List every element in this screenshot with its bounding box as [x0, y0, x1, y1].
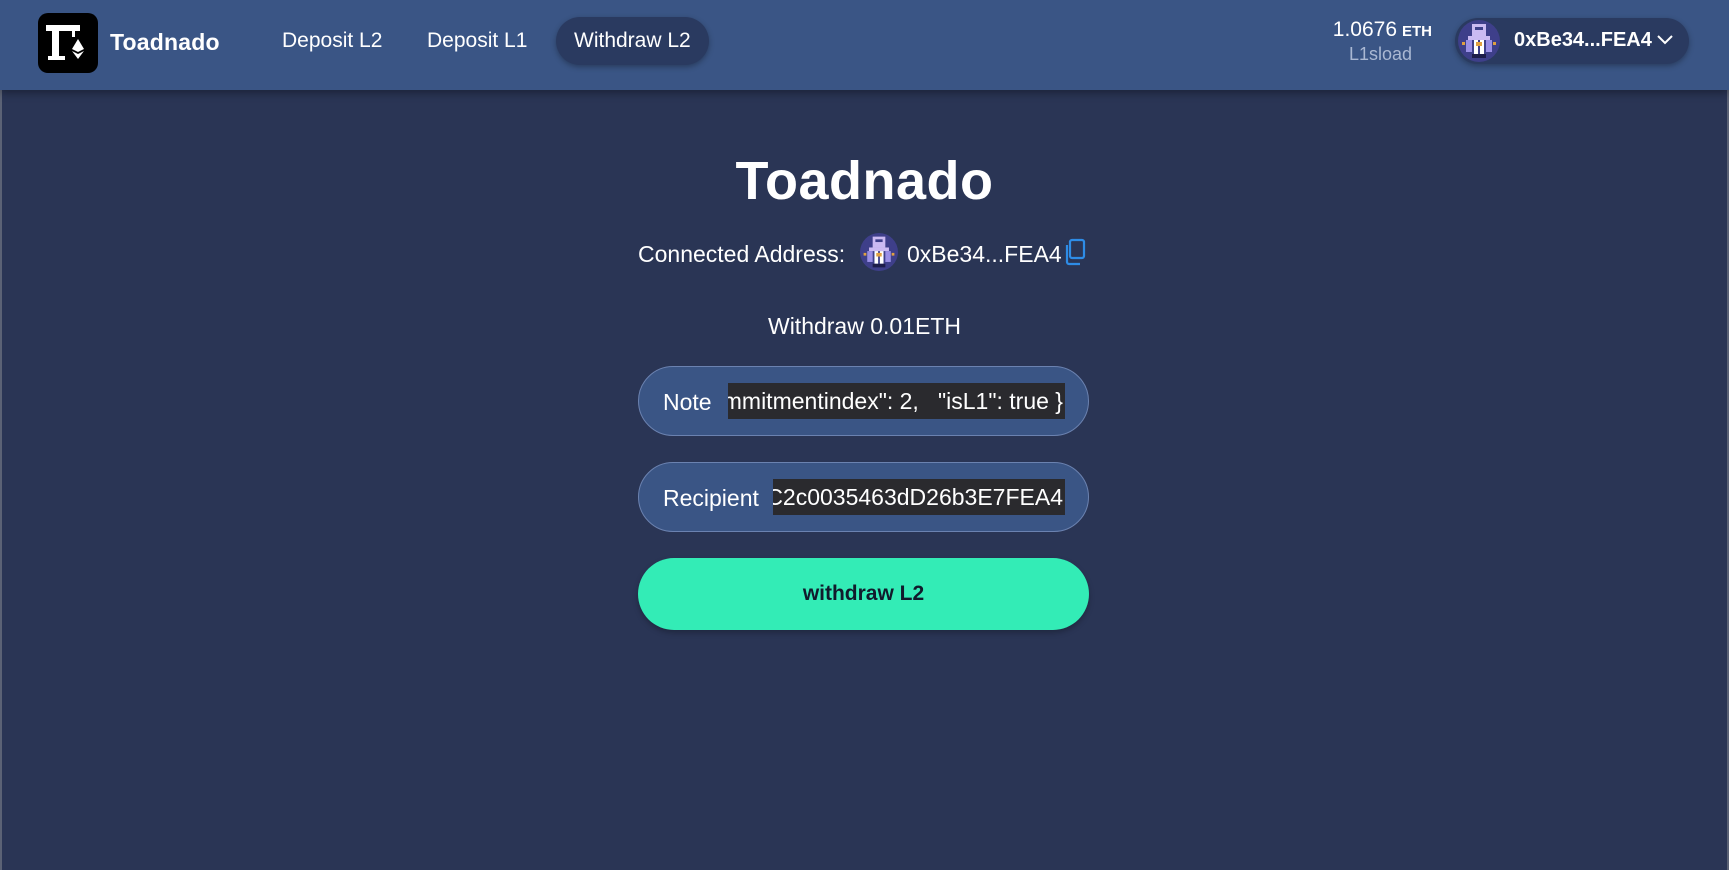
- recipient-label: Recipient: [663, 485, 759, 511]
- network-name: L1sload: [1348, 44, 1412, 64]
- connected-address-label: Connected Address:: [638, 241, 846, 267]
- note-input[interactable]: "commitmentindex": 2, "isL1": true }: [728, 383, 1065, 419]
- note-field: Note "commitmentindex": 2, "isL1": true …: [638, 366, 1089, 436]
- withdraw-amount-text: Withdraw 0.01ETH: [767, 313, 961, 339]
- nav-deposit-l1[interactable]: Deposit L1: [409, 17, 545, 65]
- wallet-balance: 1.0676 ETH: [1300, 18, 1432, 42]
- pixel-avatar-icon: [1458, 20, 1500, 67]
- crane-eth-icon: [46, 25, 84, 60]
- page-title: Toadnado: [735, 151, 994, 211]
- connected-address-value: 0xBe34...FEA4: [907, 241, 1062, 267]
- recipient-field: Recipient 0xC2c0035463dD26b3E7FEA4: [638, 462, 1089, 532]
- balance-value: 1.0676: [1332, 18, 1397, 41]
- account-address: 0xBe34...FEA4: [1514, 29, 1652, 51]
- window-border-left: [0, 0, 2, 870]
- note-label: Note: [663, 389, 712, 415]
- recipient-input-value: 0xC2c0035463dD26b3E7FEA4: [773, 484, 1063, 510]
- top-navbar: Toadnado Deposit L2 Deposit L1 Withdraw …: [0, 0, 1729, 90]
- pixel-avatar-icon: [860, 233, 898, 276]
- chevron-down-icon: [1656, 33, 1674, 51]
- nav-deposit-l2[interactable]: Deposit L2: [264, 17, 400, 65]
- app-logo[interactable]: [38, 13, 98, 73]
- note-input-value: "commitmentindex": 2, "isL1": true }: [728, 388, 1063, 414]
- recipient-input[interactable]: 0xC2c0035463dD26b3E7FEA4: [773, 479, 1065, 515]
- balance-unit: ETH: [1402, 23, 1432, 40]
- account-button[interactable]: 0xBe34...FEA4: [1455, 18, 1689, 64]
- copy-icon[interactable]: [1062, 238, 1088, 271]
- brand-name[interactable]: Toadnado: [110, 29, 220, 56]
- nav-withdraw-l2[interactable]: Withdraw L2: [556, 17, 709, 65]
- withdraw-l2-button[interactable]: withdraw L2: [638, 558, 1089, 630]
